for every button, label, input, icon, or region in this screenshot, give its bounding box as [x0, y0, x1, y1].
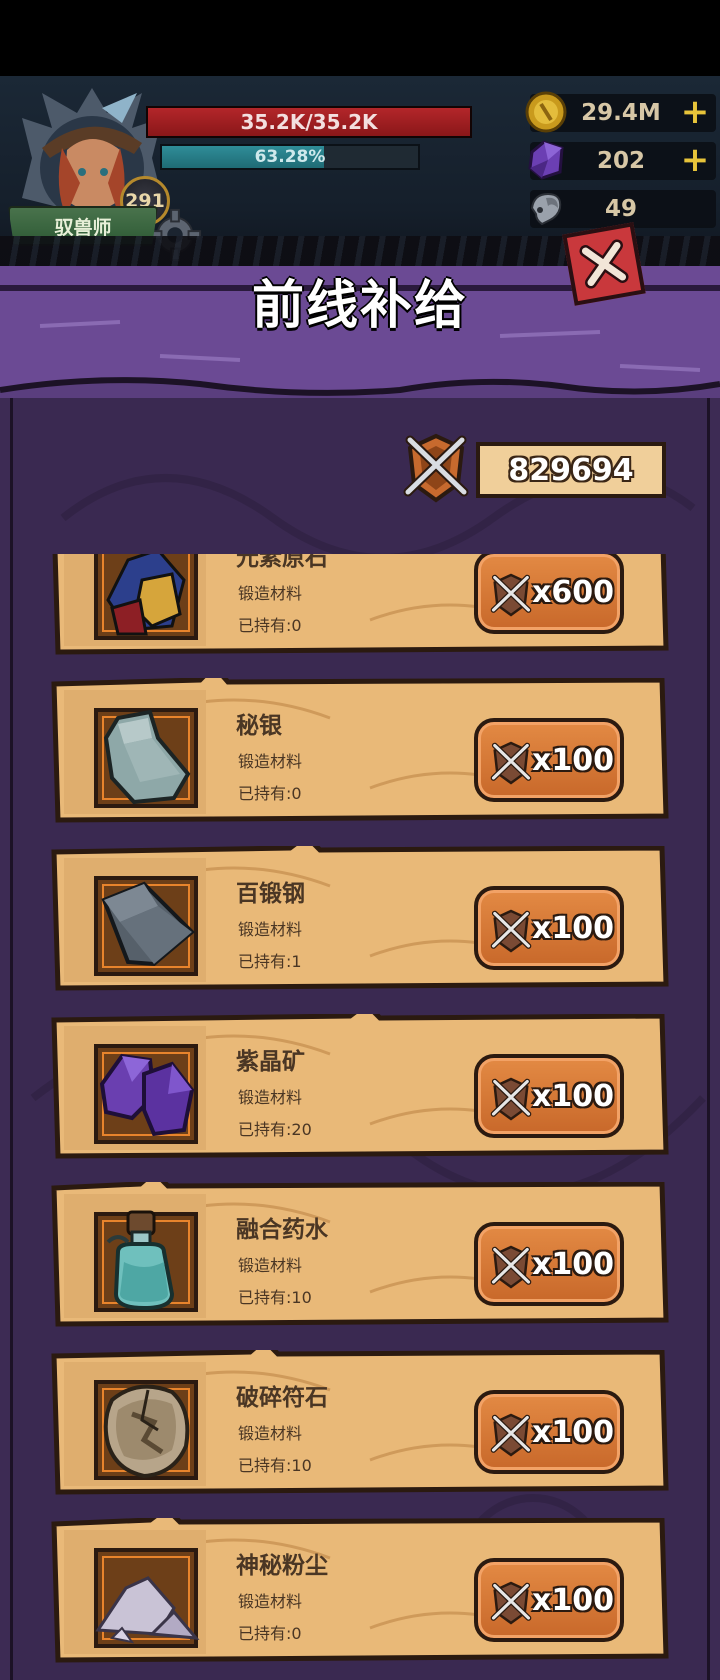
xp-text: 63.28% [254, 147, 326, 167]
item-type: 锻造材料 [238, 584, 303, 603]
item-type: 锻造材料 [238, 1088, 303, 1107]
buy-button[interactable]: x600 [474, 554, 624, 634]
crossed-swords-medal-icon [490, 1413, 532, 1457]
item-type: 锻造材料 [238, 1256, 303, 1275]
add-gem-button[interactable]: + [680, 143, 710, 177]
buy-price: x100 [532, 742, 614, 778]
list-item: 紫晶矿 锻造材料 已持有:20 x100 [50, 1014, 670, 1160]
gold-value: 29.4M [581, 100, 661, 126]
item-owned: 已持有:20 [238, 1120, 312, 1139]
gem-value: 202 [596, 148, 645, 174]
buy-price: x100 [532, 910, 614, 946]
broken-runestone-icon [103, 1384, 190, 1479]
item-name: 秘银 [236, 713, 282, 739]
gold-counter: 29.4M + [525, 91, 716, 133]
frontline-currency: 829694 [396, 428, 674, 508]
crossed-swords-medal-icon [490, 909, 532, 953]
list-item: 百锻钢 锻造材料 已持有:1 x100 [50, 846, 670, 992]
amethyst-ore-icon [99, 1053, 195, 1137]
buy-button[interactable]: x100 [474, 1390, 624, 1474]
mithril-ingot-icon [103, 709, 191, 805]
currency-value: 829694 [476, 442, 666, 498]
item-owned: 已持有:0 [238, 616, 302, 635]
class-name-plate: 驭兽师 [8, 206, 158, 246]
item-name: 紫晶矿 [236, 1049, 305, 1075]
item-owned: 已持有:0 [238, 1624, 302, 1643]
purple-gem-icon [528, 140, 564, 180]
item-list: 元素原石 锻造材料 已持有:0 x600 秘银 锻造材料 已持有:0 x100 … [0, 554, 720, 1680]
buy-button[interactable]: x100 [474, 718, 624, 802]
ram-skull-icon [530, 192, 562, 226]
buy-price: x100 [532, 1078, 614, 1114]
gem-counter: 202 + [528, 140, 716, 180]
item-owned: 已持有:1 [238, 952, 302, 971]
list-item: 元素原石 锻造材料 已持有:0 x600 [50, 554, 670, 656]
add-gold-button[interactable]: + [680, 95, 710, 129]
list-item: 破碎符石 锻造材料 已持有:10 x100 [50, 1350, 670, 1496]
skull-counter: 49 [530, 190, 716, 228]
close-button[interactable] [562, 222, 646, 306]
item-name: 百锻钢 [236, 881, 305, 907]
steel-ingot-icon [101, 881, 195, 967]
buy-price: x100 [532, 1414, 614, 1450]
crossed-swords-medal-icon [490, 1077, 532, 1121]
gold-coin-icon [525, 91, 567, 133]
item-name: 神秘粉尘 [236, 1553, 328, 1579]
list-item: 秘银 锻造材料 已持有:0 x100 [50, 678, 670, 824]
mystic-dust-icon [95, 1576, 200, 1644]
hp-bar: 35.2K/35.2K [146, 106, 472, 138]
buy-price: x100 [532, 1246, 614, 1282]
crossed-swords-medal-icon [490, 1245, 532, 1289]
hp-text: 35.2K/35.2K [240, 110, 378, 134]
skull-value: 49 [604, 196, 637, 222]
crossed-swords-medal-icon [490, 573, 532, 617]
buy-price: x100 [532, 1582, 614, 1618]
buy-button[interactable]: x100 [474, 1222, 624, 1306]
item-owned: 已持有:10 [238, 1456, 312, 1475]
item-type: 锻造材料 [238, 1592, 303, 1611]
item-name: 元素原石 [236, 554, 328, 571]
buy-button[interactable]: x100 [474, 886, 624, 970]
buy-button[interactable]: x100 [474, 1558, 624, 1642]
item-owned: 已持有:0 [238, 784, 302, 803]
crossed-swords-medal-icon [490, 741, 532, 785]
item-type: 锻造材料 [238, 752, 303, 771]
fusion-potion-icon [106, 1210, 175, 1311]
list-item: 神秘粉尘 锻造材料 已持有:0 x100 [50, 1518, 670, 1664]
buy-button[interactable]: x100 [474, 1054, 624, 1138]
buy-price: x600 [532, 574, 614, 610]
item-name: 融合药水 [236, 1217, 328, 1243]
list-item: 融合药水 锻造材料 已持有:10 x100 [50, 1182, 670, 1328]
xp-bar: 63.28% [160, 144, 420, 170]
item-name: 破碎符石 [236, 1385, 328, 1411]
close-icon [579, 239, 629, 289]
system-status-bar [0, 0, 720, 76]
crossed-swords-medal-icon [403, 433, 469, 503]
item-type: 锻造材料 [238, 920, 303, 939]
item-owned: 已持有:10 [238, 1288, 312, 1307]
item-type: 锻造材料 [238, 1424, 303, 1443]
crossed-swords-medal-icon [490, 1581, 532, 1625]
elemental-ore-icon [106, 554, 186, 636]
